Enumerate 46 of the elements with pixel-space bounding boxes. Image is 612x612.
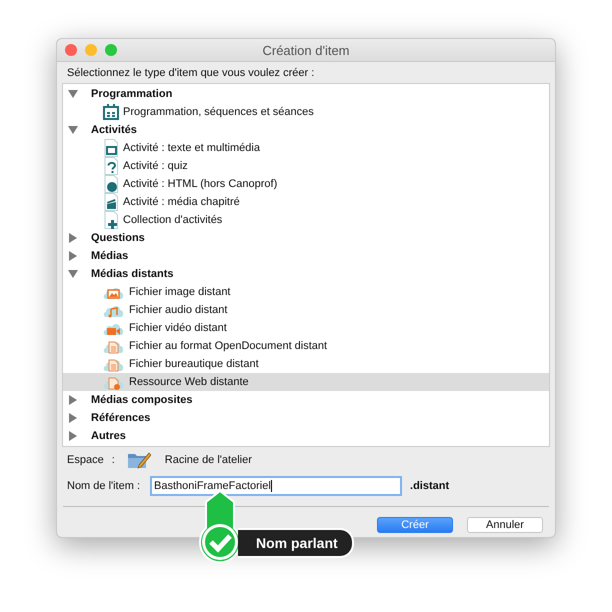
close-button[interactable] [65, 44, 77, 56]
disclosure-triangle-icon[interactable] [68, 251, 78, 261]
callout-label: Nom parlant [238, 528, 354, 558]
space-colon: : [112, 454, 115, 466]
name-input-field[interactable]: BasthoniFrameFactoriel [150, 476, 402, 496]
disclosure-triangle-icon[interactable] [68, 395, 78, 405]
tree-group-label[interactable]: Références [91, 412, 150, 424]
tree-group-label[interactable]: Médias distants [91, 268, 174, 280]
tree-item-label[interactable]: Activité : média chapitré [123, 196, 240, 208]
tree-item-label[interactable]: Fichier image distant [129, 286, 230, 298]
cancel-button[interactable]: Annuler [467, 517, 543, 533]
clapperboard-document-icon [103, 193, 119, 211]
tree-item-label[interactable]: Activité : quiz [123, 160, 188, 172]
tree-item-label[interactable]: Fichier audio distant [129, 304, 228, 316]
tree-group-label[interactable]: Activités [91, 124, 137, 136]
tree-group-label[interactable]: Autres [91, 430, 126, 442]
tree-item-label[interactable]: Activité : HTML (hors Canoprof) [123, 178, 278, 190]
folder-pencil-icon [126, 451, 151, 469]
tree-item-label[interactable]: Fichier au format OpenDocument distant [129, 340, 328, 352]
plus-document-icon [103, 211, 119, 229]
name-label: Nom de l'item : [67, 480, 140, 492]
tree-item-label[interactable]: Fichier vidéo distant [129, 322, 227, 334]
space-value: Racine de l'atelier [164, 454, 252, 466]
tree-item-label[interactable]: Activité : texte et multimédia [123, 142, 260, 154]
space-label: Espace [67, 454, 104, 466]
tree-item-label[interactable]: Programmation, séquences et séances [123, 106, 314, 118]
calendar-icon [103, 104, 119, 120]
disclosure-triangle-icon[interactable] [68, 431, 78, 441]
instruction-text: Sélectionnez le type d'item que vous voulez créer : [66, 66, 316, 81]
question-document-icon [103, 157, 119, 175]
disclosure-triangle-icon[interactable] [68, 89, 78, 99]
disclosure-triangle-icon[interactable] [68, 413, 78, 423]
tree-group-label[interactable]: Médias [91, 250, 128, 262]
tree-item-label[interactable]: Collection d'activités [123, 214, 222, 226]
tree-item-label: Ressource Web distante [129, 376, 249, 388]
window-title: Création d'item [262, 42, 350, 58]
tree-item-label[interactable]: Fichier bureautique distant [129, 358, 259, 370]
disclosure-triangle-icon[interactable] [68, 233, 78, 243]
tree-group-label[interactable]: Questions [91, 232, 145, 244]
monitor-document-icon [103, 139, 119, 157]
selected-tree-item[interactable]: Ressource Web distante [63, 373, 549, 391]
tree-group-label[interactable]: Programmation [91, 88, 172, 100]
tree-group-label[interactable]: Médias composites [91, 394, 192, 406]
disclosure-triangle-icon[interactable] [68, 269, 78, 279]
extension-text: .distant [410, 480, 450, 492]
disclosure-triangle-icon[interactable] [68, 125, 78, 135]
